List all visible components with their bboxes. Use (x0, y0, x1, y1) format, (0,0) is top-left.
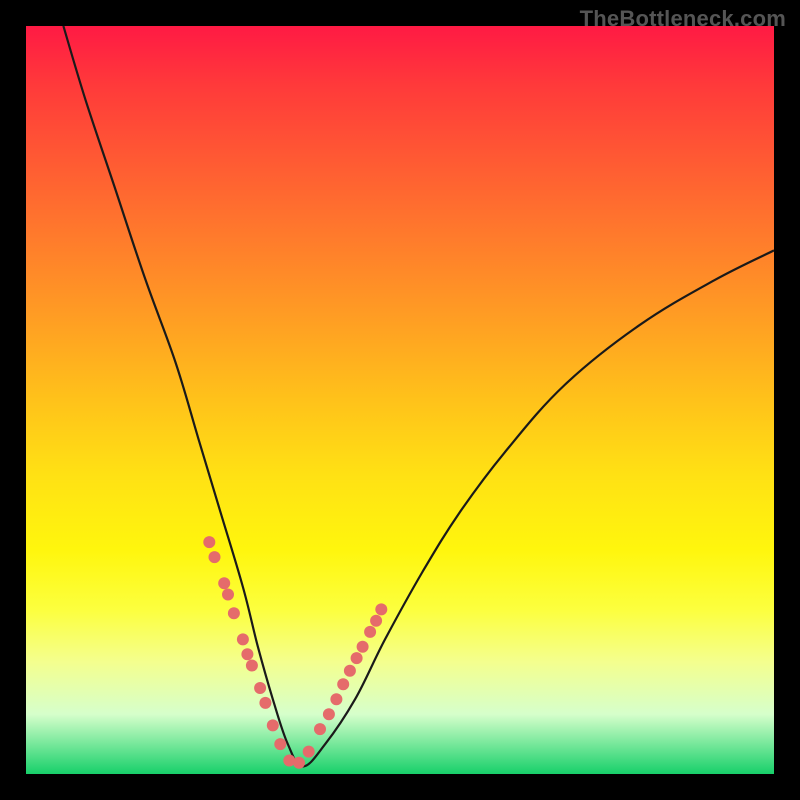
bottleneck-curve (63, 26, 774, 767)
sample-dot (254, 682, 266, 694)
sample-dot (241, 648, 253, 660)
sample-dot (259, 697, 271, 709)
sample-dot (330, 693, 342, 705)
sample-dot (370, 615, 382, 627)
sample-dot (209, 551, 221, 563)
sample-dot (246, 660, 258, 672)
curve-layer (26, 26, 774, 774)
sample-dot (267, 719, 279, 731)
sample-dot (218, 577, 230, 589)
sample-dot (237, 633, 249, 645)
sample-dot (274, 738, 286, 750)
sample-dot (203, 536, 215, 548)
sample-dot (314, 723, 326, 735)
sample-dot (222, 589, 234, 601)
sample-dot (228, 607, 240, 619)
sample-dot (323, 708, 335, 720)
plot-area (26, 26, 774, 774)
sample-dot (344, 665, 356, 677)
sample-dot (293, 757, 305, 769)
sample-dot (303, 746, 315, 758)
sample-dots-group (203, 536, 387, 769)
sample-dot (351, 652, 363, 664)
sample-dot (337, 678, 349, 690)
sample-dot (357, 641, 369, 653)
chart-frame: TheBottleneck.com (0, 0, 800, 800)
sample-dot (375, 603, 387, 615)
sample-dot (364, 626, 376, 638)
